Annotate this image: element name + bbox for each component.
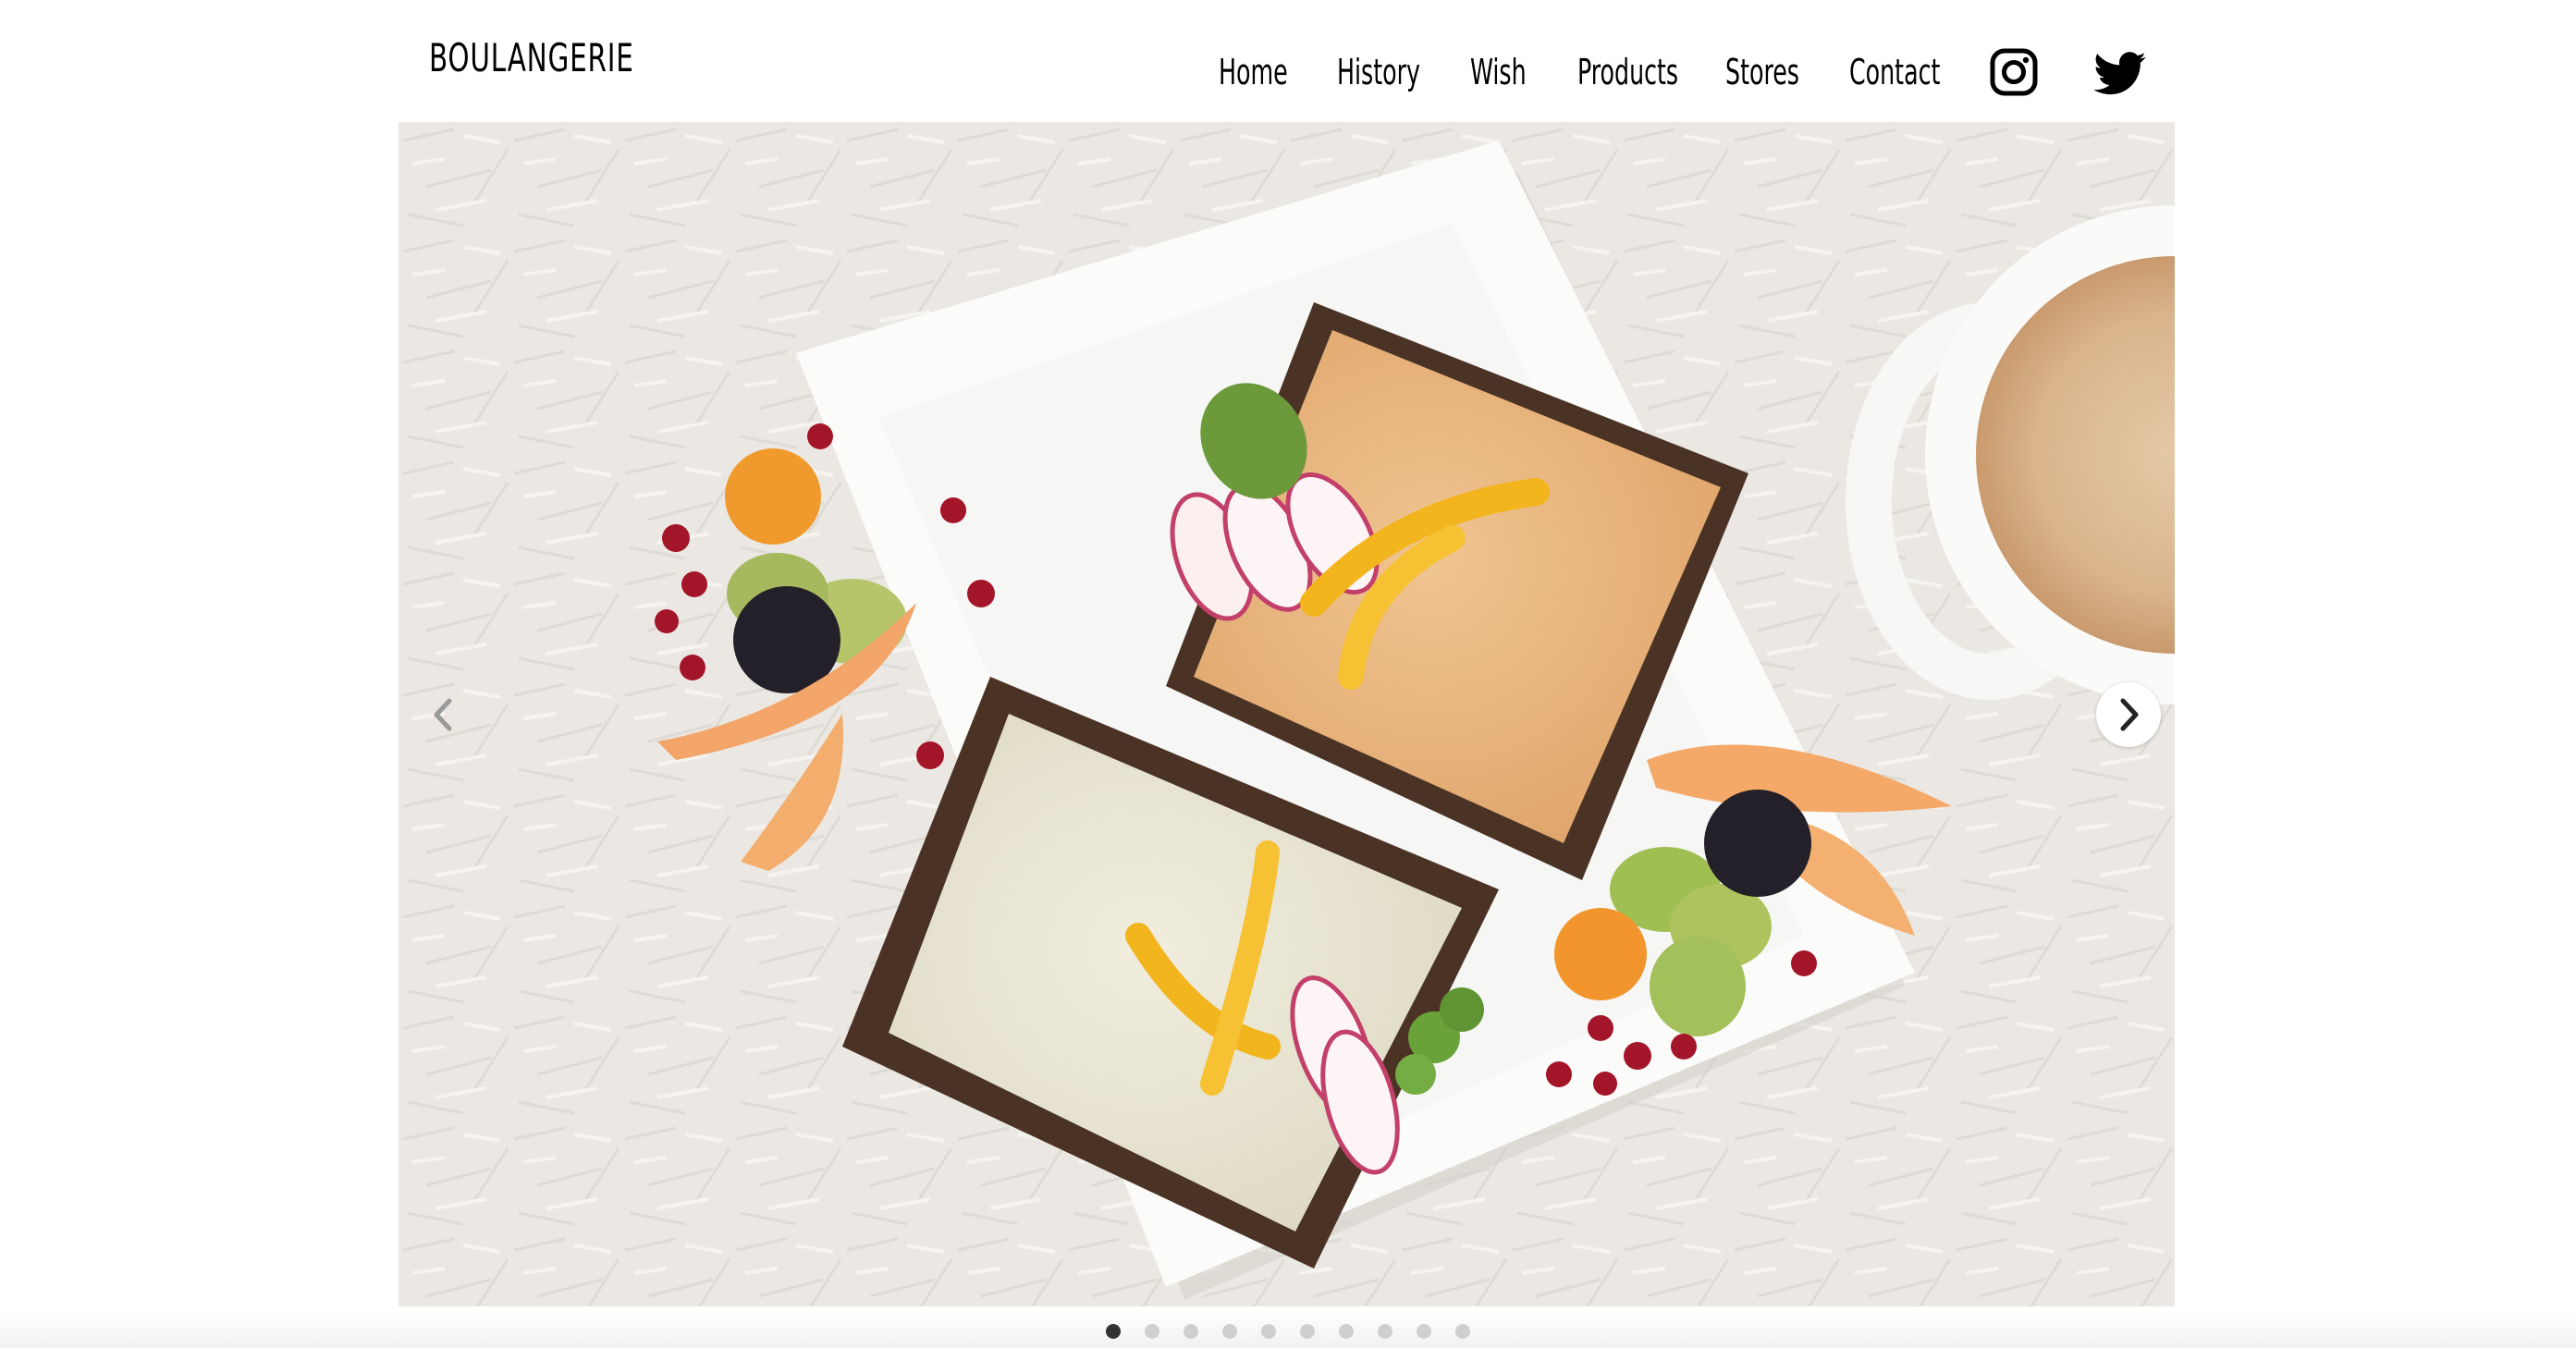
nav-stores[interactable]: Stores	[1725, 52, 1799, 92]
slider-dot-5[interactable]	[1261, 1324, 1276, 1339]
chevron-right-icon	[2120, 698, 2139, 731]
slider-dot-1[interactable]	[1106, 1324, 1121, 1339]
nav-wish[interactable]: Wish	[1470, 52, 1527, 92]
page: BOULANGERIE Home History Wish Products S…	[0, 0, 2576, 1348]
slider-dot-10[interactable]	[1455, 1324, 1470, 1339]
nav-contact[interactable]: Contact	[1849, 52, 1940, 92]
chevron-left-icon	[434, 698, 452, 731]
nav-home[interactable]: Home	[1219, 52, 1288, 92]
slider-dot-9[interactable]	[1417, 1324, 1431, 1339]
slider-dot-7[interactable]	[1339, 1324, 1354, 1339]
hero-slider	[399, 122, 2175, 1306]
slider-prev-button[interactable]	[411, 682, 476, 747]
nav-history[interactable]: History	[1337, 52, 1420, 92]
instagram-icon[interactable]	[1990, 48, 2038, 100]
bottom-shade	[0, 1311, 2576, 1348]
slider-dot-4[interactable]	[1222, 1324, 1237, 1339]
slider-dot-8[interactable]	[1378, 1324, 1392, 1339]
twitter-icon[interactable]	[2093, 52, 2147, 100]
slider-dot-6[interactable]	[1300, 1324, 1315, 1339]
brand-logo[interactable]: BOULANGERIE	[429, 35, 634, 80]
hero-image	[399, 122, 2175, 1306]
slider-dot-2[interactable]	[1145, 1324, 1159, 1339]
slider-dot-3[interactable]	[1184, 1324, 1198, 1339]
nav-products[interactable]: Products	[1577, 52, 1678, 92]
slider-next-button[interactable]	[2096, 682, 2161, 747]
